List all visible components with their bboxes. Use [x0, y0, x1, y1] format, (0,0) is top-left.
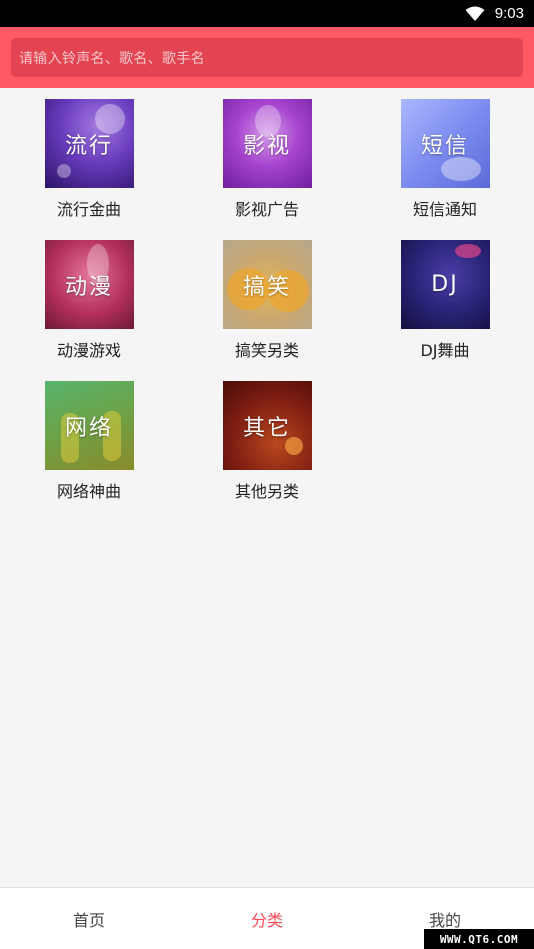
category-thumb-text: 其它 — [242, 415, 291, 441]
category-label: DJ舞曲 — [420, 341, 470, 360]
category-thumbnail: 搞笑 — [222, 240, 312, 329]
search-input[interactable]: 请输入铃声名、歌名、歌手名 — [11, 38, 523, 77]
category-label: 搞笑另类 — [234, 341, 299, 360]
category-thumb-text: 搞笑 — [242, 274, 291, 300]
category-item-dongman[interactable]: 动漫 动漫游戏 — [34, 240, 144, 365]
category-item-qita[interactable]: 其它 其他另类 — [212, 381, 322, 506]
nav-tab-category[interactable]: 分类 — [178, 888, 356, 949]
category-label: 其他另类 — [234, 482, 299, 501]
category-thumbnail: 短信 — [400, 99, 490, 188]
category-label: 影视广告 — [234, 200, 299, 219]
status-bar: 9:03 — [0, 0, 534, 27]
category-thumb-text: 短信 — [420, 133, 469, 159]
category-item-gaoxiao[interactable]: 搞笑 搞笑另类 — [212, 240, 322, 365]
category-item-yingshi[interactable]: 影视 影视广告 — [212, 99, 322, 224]
category-thumb-text: 动漫 — [64, 274, 113, 300]
category-thumb-text: 影视 — [242, 133, 291, 159]
category-item-dj[interactable]: DJ DJ舞曲 — [390, 240, 500, 365]
category-thumbnail: DJ — [400, 240, 490, 329]
category-thumbnail: 影视 — [222, 99, 312, 188]
category-thumbnail: 流行 — [44, 99, 134, 188]
category-label: 流行金曲 — [56, 200, 121, 219]
status-time: 9:03 — [494, 5, 524, 22]
category-thumbnail: 其它 — [222, 381, 312, 470]
category-thumb-text: 流行 — [64, 133, 113, 159]
search-header: 请输入铃声名、歌名、歌手名 — [0, 27, 534, 88]
category-label: 动漫游戏 — [56, 341, 121, 360]
category-item-wangluo[interactable]: 网络 网络神曲 — [34, 381, 144, 506]
category-label: 短信通知 — [412, 200, 477, 219]
category-item-duanxin[interactable]: 短信 短信通知 — [390, 99, 500, 224]
wifi-icon — [465, 6, 485, 21]
category-thumbnail: 网络 — [44, 381, 134, 470]
watermark: WWW.QT6.COM — [424, 929, 534, 949]
category-thumb-text: 网络 — [64, 415, 113, 441]
app-root: 9:03 请输入铃声名、歌名、歌手名 流行 流行金曲 影视 影视广告 短信 短信… — [0, 0, 534, 949]
category-thumbnail: 动漫 — [44, 240, 134, 329]
category-label: 网络神曲 — [56, 482, 121, 501]
nav-tab-home[interactable]: 首页 — [0, 888, 178, 949]
category-item-liuxing[interactable]: 流行 流行金曲 — [34, 99, 144, 224]
category-thumb-text: DJ — [431, 272, 459, 297]
